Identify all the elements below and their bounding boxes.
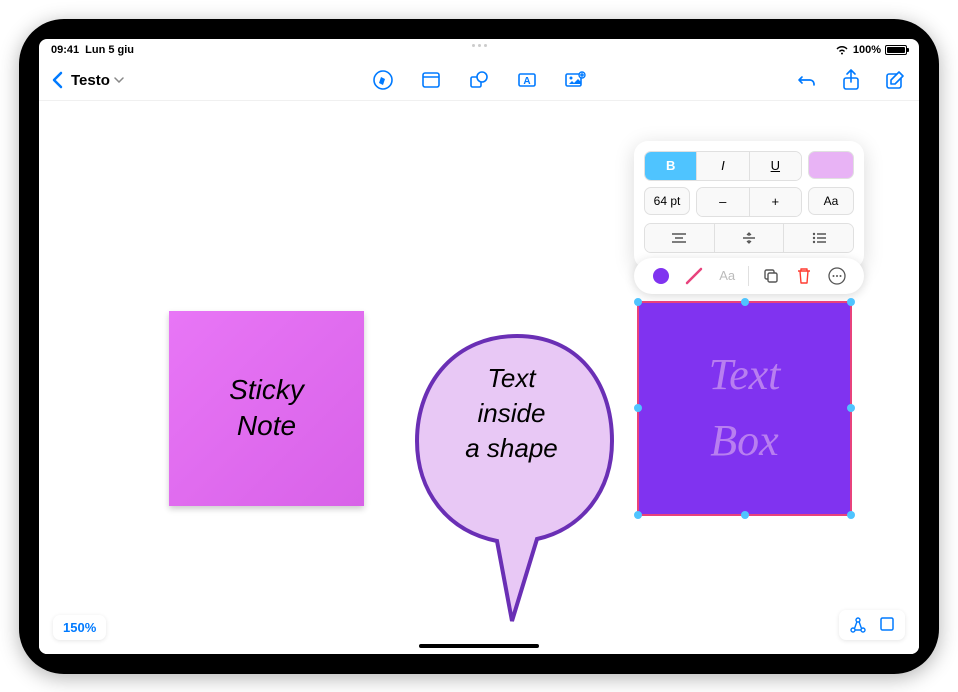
bold-button[interactable]: B: [645, 152, 697, 180]
fill-color-button[interactable]: [649, 264, 673, 288]
battery-icon: [885, 45, 907, 55]
clock-label: 09:41: [51, 44, 79, 56]
resize-handle-icon[interactable]: [741, 511, 749, 519]
shapes-tool-button[interactable]: [467, 68, 491, 92]
sticky-note-tool-button[interactable]: [419, 68, 443, 92]
text-color-swatch[interactable]: [808, 151, 854, 179]
graph-view-button[interactable]: [849, 616, 867, 634]
underline-button[interactable]: U: [750, 152, 801, 180]
share-button[interactable]: [839, 68, 863, 92]
align-vertical-button[interactable]: [715, 224, 785, 252]
resize-handle-icon[interactable]: [847, 511, 855, 519]
resize-handle-icon[interactable]: [847, 404, 855, 412]
home-indicator[interactable]: [419, 644, 539, 648]
canvas[interactable]: B I U 64 pt – + Aa: [39, 101, 919, 654]
toolbar: Testo A: [39, 61, 919, 101]
duplicate-button[interactable]: [759, 264, 783, 288]
undo-button[interactable]: [795, 68, 819, 92]
resize-handle-icon[interactable]: [634, 298, 642, 306]
italic-button[interactable]: I: [697, 152, 749, 180]
ipad-frame: 09:41 Lun 5 giu 100% Testo: [19, 19, 939, 674]
text-format-panel: B I U 64 pt – + Aa: [634, 141, 864, 269]
date-label: Lun 5 giu: [85, 44, 134, 56]
battery-label: 100%: [853, 44, 881, 56]
media-tool-button[interactable]: [563, 68, 587, 92]
speech-bubble-object[interactable]: [407, 331, 627, 631]
text-box-text: Text Box: [709, 342, 781, 474]
compose-button[interactable]: [883, 68, 907, 92]
chevron-down-icon: [114, 77, 124, 83]
pen-tool-button[interactable]: [371, 68, 395, 92]
status-bar: 09:41 Lun 5 giu 100%: [39, 39, 919, 61]
screen: 09:41 Lun 5 giu 100% Testo: [39, 39, 919, 654]
text-case-button[interactable]: Aa: [808, 187, 854, 215]
document-title[interactable]: Testo: [71, 72, 124, 89]
more-button[interactable]: [825, 264, 849, 288]
window-drag-handle-icon[interactable]: [464, 44, 494, 48]
document-title-label: Testo: [71, 72, 110, 89]
canvas-view-tools: [839, 610, 905, 640]
decrease-size-button[interactable]: –: [697, 188, 750, 216]
text-box-object[interactable]: Text Box: [637, 301, 852, 516]
increase-size-button[interactable]: +: [750, 188, 802, 216]
sticky-note-text: Sticky Note: [229, 372, 304, 445]
font-size-label[interactable]: 64 pt: [644, 187, 690, 215]
delete-button[interactable]: [792, 264, 816, 288]
resize-handle-icon[interactable]: [634, 511, 642, 519]
zoom-level-button[interactable]: 150%: [53, 615, 106, 640]
back-button[interactable]: [51, 71, 63, 89]
resize-handle-icon[interactable]: [741, 298, 749, 306]
fit-view-button[interactable]: [879, 616, 895, 634]
text-box-tool-button[interactable]: A: [515, 68, 539, 92]
svg-text:A: A: [523, 76, 530, 87]
text-style-button[interactable]: Aa: [715, 264, 739, 288]
resize-handle-icon[interactable]: [847, 298, 855, 306]
list-button[interactable]: [784, 224, 853, 252]
selection-context-bar: Aa: [634, 258, 864, 294]
stroke-color-button[interactable]: [682, 264, 706, 288]
align-horizontal-button[interactable]: [645, 224, 715, 252]
wifi-icon: [835, 45, 849, 55]
sticky-note-object[interactable]: Sticky Note: [169, 311, 364, 506]
resize-handle-icon[interactable]: [634, 404, 642, 412]
